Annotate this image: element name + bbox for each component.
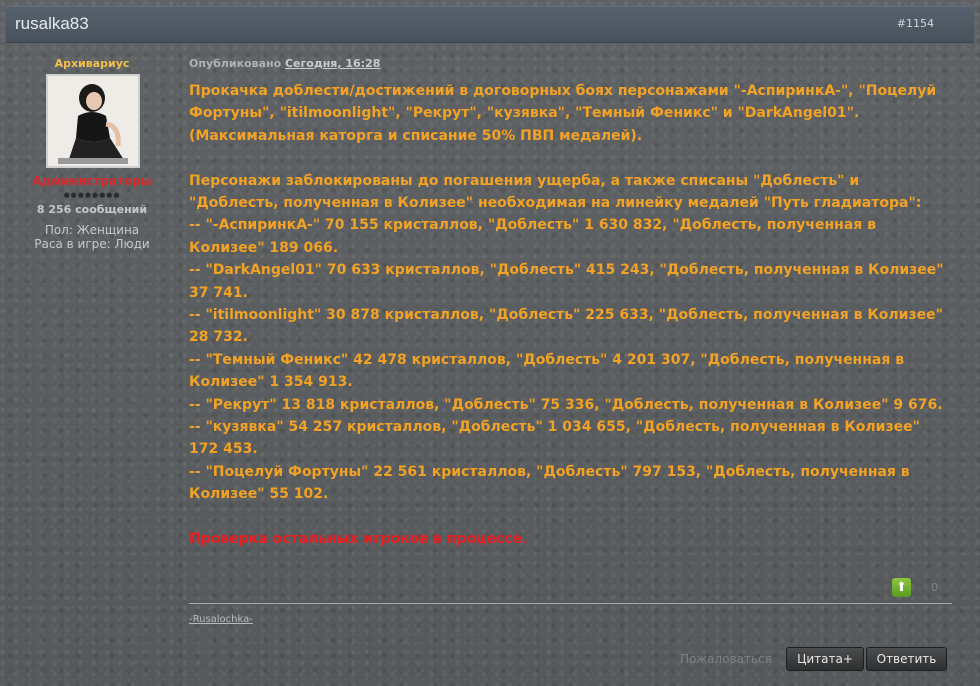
- published-line: Опубликовано Сегодня, 16:28: [189, 57, 380, 70]
- avatar-image: [48, 76, 138, 166]
- rep-count: 0: [931, 581, 938, 594]
- list-item: -- "кузявка" 54 257 кристаллов, "Доблест…: [189, 419, 920, 458]
- list-item: -- "itilmoonlight" 30 878 кристаллов, "Д…: [189, 307, 943, 346]
- author-sidebar: Архивариус Администраторы ●●●●●●●● 8 256…: [10, 48, 174, 684]
- post-header: rusalka83 #1154: [6, 6, 974, 43]
- list-item: -- "-АспиринкА-" 70 155 кристаллов, "Доб…: [189, 217, 876, 256]
- list-item: -- "Рекрут" 13 818 кристаллов, "Доблесть…: [189, 396, 943, 413]
- post-count: 8 256 сообщений: [36, 203, 148, 216]
- quote-button[interactable]: Цитата+: [786, 647, 864, 671]
- race-field: Раса в игре: Люди: [34, 237, 150, 251]
- user-group: Администраторы: [32, 174, 152, 188]
- gender-field: Пол: Женщина: [44, 223, 140, 237]
- rank-title: Архивариус: [54, 57, 130, 70]
- published-label: Опубликовано: [189, 57, 282, 70]
- signature-divider: [189, 603, 952, 604]
- arrow-up-icon: ⬆: [896, 580, 907, 595]
- list-item: -- "Поцелуй Фортуны" 22 561 кристаллов, …: [189, 463, 910, 503]
- list-item: -- "Темный Феникс" 42 478 кристаллов, "Д…: [189, 351, 905, 391]
- intro-paragraph: Прокачка доблести/достижений в договорны…: [189, 83, 937, 144]
- list-item: -- "DarkAngel01" 70 633 кристаллов, "Доб…: [189, 262, 944, 301]
- reply-button[interactable]: Ответить: [866, 647, 947, 671]
- rep-up-button[interactable]: ⬆: [892, 578, 911, 597]
- signature-link[interactable]: -Rusalochka-: [189, 614, 253, 625]
- published-date[interactable]: Сегодня, 16:28: [285, 57, 380, 70]
- report-link[interactable]: Пожаловаться: [680, 652, 772, 666]
- status-note: Проверка остальных игроков в процессе.: [189, 531, 528, 548]
- avatar[interactable]: [46, 74, 140, 168]
- post-number-link[interactable]: #1154: [897, 17, 934, 30]
- blocked-paragraph: Персонажи заблокированы до погашения уще…: [189, 172, 922, 212]
- author-name-link[interactable]: rusalka83: [15, 14, 89, 34]
- post-body: Прокачка доблести/достижений в договорны…: [189, 80, 953, 551]
- rank-pips: ●●●●●●●●: [63, 191, 121, 199]
